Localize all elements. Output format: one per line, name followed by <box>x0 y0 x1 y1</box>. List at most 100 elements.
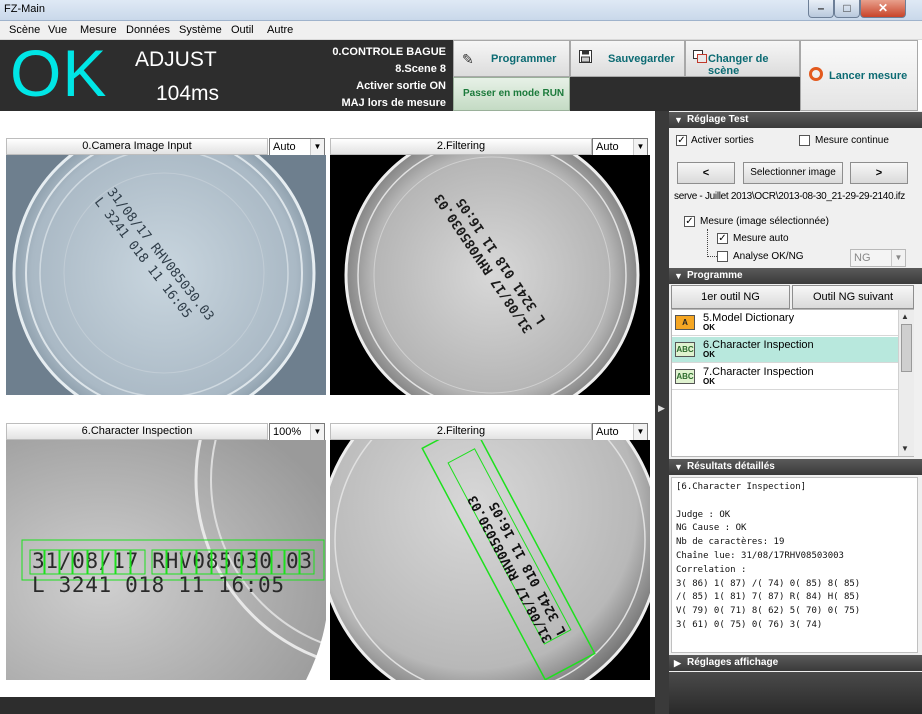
right-panel: ▼ Réglage Test ✓ Activer sorties Mesure … <box>669 111 922 714</box>
camera-image[interactable]: 31/08/17 RHV085030.03 L 3241 018 11 16:0… <box>6 155 326 395</box>
panel-splitter[interactable]: ▶ <box>655 111 669 714</box>
save-label: Sauvegarder <box>608 53 675 65</box>
section-display-header[interactable]: ▶ Réglages affichage <box>669 655 922 671</box>
auto-measure-label: Mesure auto <box>733 233 789 244</box>
update-mode: MAJ lors de mesure <box>341 97 446 109</box>
print-line-2: L 3241 018 11 16:05 <box>32 573 284 597</box>
scene-icon <box>693 50 707 66</box>
okng-value: NG <box>854 252 871 264</box>
section-program-title: Programme <box>687 270 743 281</box>
window-titlebar: FZ-Main – □ ✕ <box>0 0 922 21</box>
output-state: Activer sortie ON <box>356 80 446 92</box>
auto-measure-checkbox[interactable]: ✓ <box>717 233 728 244</box>
list-item[interactable]: ABC 6.Character Inspection OK <box>672 337 898 363</box>
activate-outputs-label: Activer sorties <box>691 135 754 146</box>
scroll-thumb[interactable] <box>901 324 912 372</box>
zoom-select-pane2[interactable]: Auto ▼ <box>592 138 648 156</box>
character-inspection-icon: ABC <box>675 342 695 357</box>
section-program-header[interactable]: ▼ Programme <box>669 268 922 284</box>
inspection-image[interactable]: 31/08/17 RHV085030.03 L 3241 018 11 16:0… <box>6 440 326 680</box>
continuous-checkbox[interactable] <box>799 135 810 146</box>
launch-label: Lancer mesure <box>829 70 908 82</box>
okng-select[interactable]: NG ▼ <box>850 249 906 267</box>
chevron-down-icon[interactable]: ▼ <box>633 139 647 155</box>
section-test-header[interactable]: ▼ Réglage Test <box>669 112 922 128</box>
menu-systeme[interactable]: Système <box>179 24 222 36</box>
zoom-select-pane4[interactable]: Auto ▼ <box>592 423 648 441</box>
scene-group: 0.CONTROLE BAGUE <box>332 46 446 58</box>
next-ng-button[interactable]: Outil NG suivant <box>792 285 914 309</box>
chevron-down-icon: ▼ <box>674 271 683 281</box>
window-title: FZ-Main <box>4 3 45 15</box>
maximize-button[interactable]: □ <box>834 0 860 18</box>
okng-checkbox[interactable] <box>717 251 728 262</box>
filtered-image[interactable]: 31/08/17 RHV085030.03 L 3241 018 11 16:0… <box>330 155 650 395</box>
detailed-results: [6.Character Inspection] Judge : OK NG C… <box>671 477 918 653</box>
menu-bar: Scène Vue Mesure Données Système Outil A… <box>0 21 922 40</box>
right-panel-footer <box>669 672 922 714</box>
tool-status: OK <box>703 377 715 386</box>
program-scrollbar[interactable]: ▲ ▼ <box>898 310 914 456</box>
section-display-title: Réglages affichage <box>687 657 779 668</box>
zoom-select-pane3[interactable]: 100% ▼ <box>269 423 325 441</box>
menu-mesure[interactable]: Mesure <box>80 24 117 36</box>
chevron-down-icon[interactable]: ▼ <box>310 424 324 440</box>
judge-result: OK <box>10 36 108 110</box>
section-results-title: Résultats détaillés <box>687 461 775 472</box>
zoom-value: 100% <box>273 426 302 438</box>
chevron-down-icon: ▼ <box>674 462 683 472</box>
run-mode-button[interactable]: Passer en mode RUN <box>453 77 570 111</box>
chevron-right-icon[interactable]: ▶ <box>658 403 665 414</box>
canvas-bottom <box>0 697 655 714</box>
menu-autre[interactable]: Autre <box>267 24 293 36</box>
close-button[interactable]: ✕ <box>860 0 906 18</box>
chevron-right-icon: ▶ <box>674 658 681 668</box>
change-scene-label: Changer de scène <box>708 53 769 77</box>
scroll-up-icon[interactable]: ▲ <box>901 312 909 321</box>
menu-scene[interactable]: Scène <box>9 24 40 36</box>
measure-selected-label: Mesure (image sélectionnée) <box>700 216 829 227</box>
pane-title-filtering-2: 2.Filtering <box>330 423 592 440</box>
print-line-1: 31/08/17 RHV085030.03 <box>32 549 312 573</box>
toolbar-filler <box>570 77 800 111</box>
zoom-value: Auto <box>596 426 619 438</box>
program-button[interactable]: ✎ Programmer <box>453 40 570 77</box>
measure-selected-checkbox[interactable]: ✓ <box>684 216 695 227</box>
scene-info: 0.CONTROLE BAGUE 8.Scene 8 Activer sorti… <box>300 44 446 112</box>
okng-label: Analyse OK/NG <box>733 251 804 262</box>
zoom-select-pane1[interactable]: Auto ▼ <box>269 138 325 156</box>
first-ng-button[interactable]: 1er outil NG <box>671 285 790 309</box>
tool-name: 7.Character Inspection <box>703 366 814 378</box>
next-image-button[interactable]: > <box>850 162 908 184</box>
model-dictionary-icon: A <box>675 315 695 330</box>
list-item[interactable]: A 5.Model Dictionary OK <box>672 310 898 336</box>
activate-outputs-checkbox[interactable]: ✓ <box>676 135 687 146</box>
measure-time: 104ms <box>156 82 220 105</box>
chevron-down-icon[interactable]: ▼ <box>891 250 905 266</box>
menu-vue[interactable]: Vue <box>48 24 67 36</box>
launch-measure-button[interactable]: Lancer mesure <box>800 40 918 111</box>
program-list: A 5.Model Dictionary OK ABC 6.Character … <box>671 309 914 457</box>
section-results-header[interactable]: ▼ Résultats détaillés <box>669 459 922 475</box>
zoom-value: Auto <box>273 141 296 153</box>
menu-outil[interactable]: Outil <box>231 24 254 36</box>
select-image-button[interactable]: Selectionner image <box>743 162 843 184</box>
tool-status: OK <box>703 323 715 332</box>
prev-image-button[interactable]: < <box>677 162 735 184</box>
list-item[interactable]: ABC 7.Character Inspection OK <box>672 364 898 390</box>
change-scene-button[interactable]: Changer de scène <box>685 40 800 77</box>
pane-title-character-inspection: 6.Character Inspection <box>6 423 268 440</box>
chevron-down-icon[interactable]: ▼ <box>633 424 647 440</box>
menu-donnees[interactable]: Données <box>126 24 170 36</box>
chevron-down-icon[interactable]: ▼ <box>310 139 324 155</box>
zoom-value: Auto <box>596 141 619 153</box>
program-label: Programmer <box>491 53 557 65</box>
save-button[interactable]: Sauvegarder <box>570 40 685 77</box>
scene-name: 8.Scene 8 <box>395 63 446 75</box>
floppy-icon <box>579 50 592 66</box>
scroll-down-icon[interactable]: ▼ <box>901 444 909 453</box>
minimize-button[interactable]: – <box>808 0 834 18</box>
mode-label: ADJUST <box>135 48 217 71</box>
pane-title-camera: 0.Camera Image Input <box>6 138 268 155</box>
filtered-image-2[interactable]: 31/08/17 RHV085030.03 L 3241 018 11 16:0… <box>330 440 650 680</box>
